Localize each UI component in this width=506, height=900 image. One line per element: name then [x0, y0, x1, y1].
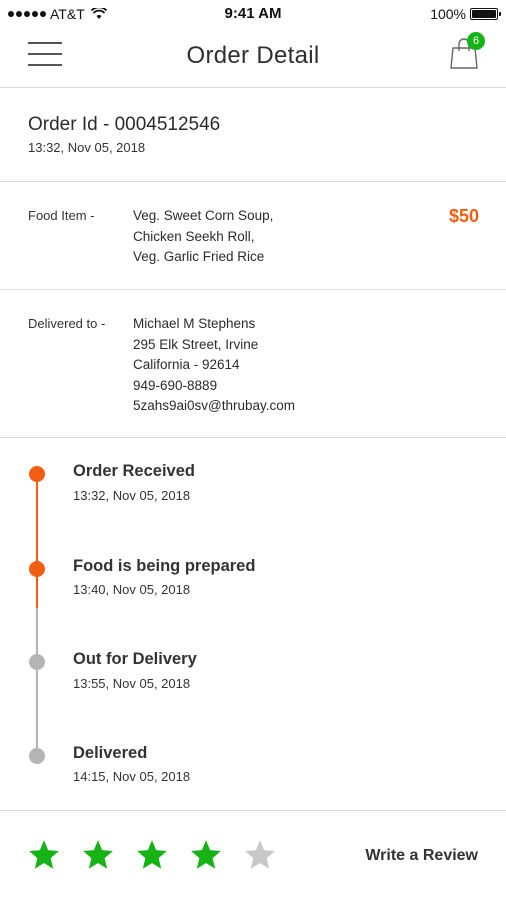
food-item-list: Veg. Sweet Corn Soup, Chicken Seekh Roll…: [133, 206, 273, 268]
star-empty-icon[interactable]: [243, 838, 277, 872]
timeline-step-time: 14:15, Nov 05, 2018: [73, 769, 191, 784]
food-item: Chicken Seekh Roll,: [133, 228, 255, 244]
timeline-step-time: 13:32, Nov 05, 2018: [73, 488, 191, 503]
status-bar: AT&T 9:41 AM 100%: [0, 0, 506, 28]
timeline-dot-pending: [29, 654, 45, 670]
timeline-step-time: 13:40, Nov 05, 2018: [73, 582, 191, 597]
star-filled-icon[interactable]: [27, 838, 61, 872]
order-header: Order Id - 0004512546 13:32, Nov 05, 201…: [0, 88, 506, 182]
timeline-step-title: Out for Delivery: [73, 650, 197, 668]
timeline-step-time: 13:55, Nov 05, 2018: [73, 676, 191, 691]
page-title: Order Detail: [186, 42, 320, 69]
star-rating: [27, 838, 277, 872]
order-id: Order Id - 0004512546: [28, 114, 221, 135]
shopping-bag-icon[interactable]: 6: [450, 32, 485, 70]
city-zip: California - 92614: [133, 357, 240, 372]
timeline-dot-done: [29, 466, 45, 482]
timeline-step-title: Delivered: [73, 744, 148, 762]
status-right: 100%: [430, 6, 501, 22]
food-items-section: Food Item - Veg. Sweet Corn Soup, Chicke…: [0, 182, 506, 290]
food-item: Veg. Sweet Corn Soup,: [133, 208, 274, 223]
order-datetime: 13:32, Nov 05, 2018: [28, 140, 146, 155]
timeline-dot-done: [29, 561, 45, 577]
write-review-button[interactable]: Write a Review: [365, 847, 478, 865]
star-filled-icon[interactable]: [81, 838, 115, 872]
battery-label: 100%: [430, 6, 466, 22]
timeline-step-title: Order Received: [73, 462, 195, 480]
battery-icon: [470, 8, 501, 20]
timeline-progress-line: [36, 473, 38, 608]
recipient-name: Michael M Stephens: [133, 316, 256, 331]
timeline-pending-line: [36, 608, 38, 756]
email-address: 5zahs9ai0sv@thrubay.com: [133, 398, 296, 413]
star-filled-icon[interactable]: [189, 838, 223, 872]
street-address: 295 Elk Street, Irvine: [133, 336, 259, 352]
phone-number: 949-690-8889: [133, 377, 218, 393]
timeline-step-title: Food is being prepared: [73, 557, 256, 575]
timeline-dot-pending: [29, 748, 45, 764]
rating-bar: Write a Review: [0, 811, 506, 900]
nav-bar: Order Detail 6: [0, 28, 506, 88]
delivered-to-label: Delivered to -: [28, 316, 106, 331]
food-item: Veg. Garlic Fried Rice: [133, 249, 265, 264]
delivery-address: Michael M Stephens 295 Elk Street, Irvin…: [133, 314, 295, 417]
cart-count-badge: 6: [467, 32, 485, 50]
star-filled-icon[interactable]: [135, 838, 169, 872]
delivery-section: Delivered to - Michael M Stephens 295 El…: [0, 290, 506, 438]
food-item-label: Food Item -: [28, 208, 95, 223]
order-timeline: Order Received 13:32, Nov 05, 2018 Food …: [0, 438, 506, 811]
order-price: $50: [448, 206, 479, 226]
